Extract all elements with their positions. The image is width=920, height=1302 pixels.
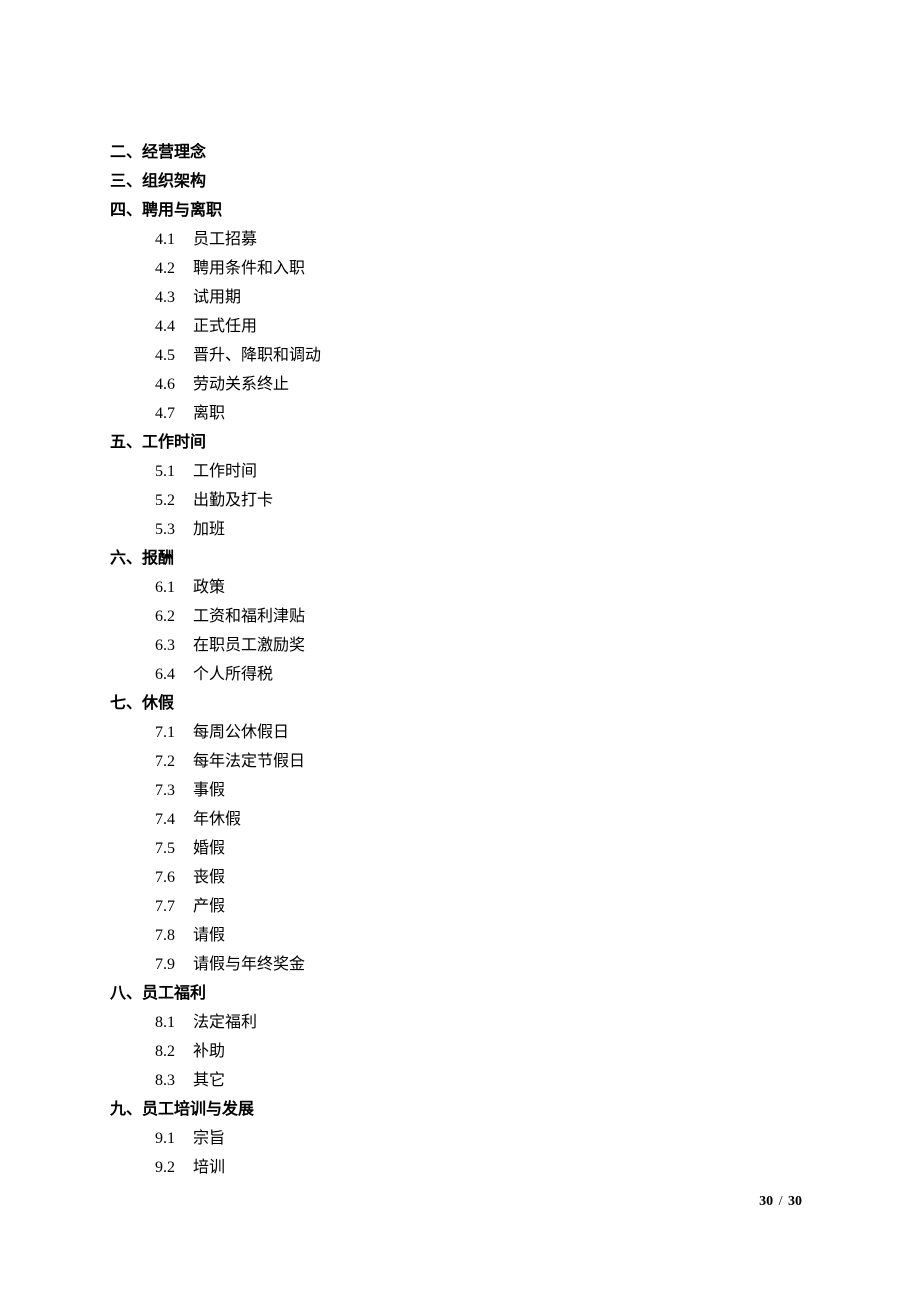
toc-sub-item: 7.2每年法定节假日 [110,747,810,776]
toc-sub-num: 4.3 [155,283,193,312]
toc-sub-item: 7.6丧假 [110,863,810,892]
toc-sub-num: 7.5 [155,834,193,863]
toc-sub-item: 5.3加班 [110,515,810,544]
toc-sub-item: 7.1每周公休假日 [110,718,810,747]
toc-sub-item: 4.3试用期 [110,283,810,312]
toc-sub-num: 7.4 [155,805,193,834]
toc-sub-num: 7.1 [155,718,193,747]
toc-sub-text: 每周公休假日 [193,724,289,741]
toc-sub-num: 6.4 [155,660,193,689]
toc-sub-num: 8.2 [155,1037,193,1066]
toc-sub-item: 7.3事假 [110,776,810,805]
toc-sub-text: 试用期 [193,289,241,306]
toc-sub-item: 4.5晋升、降职和调动 [110,341,810,370]
toc-sub-num: 4.4 [155,312,193,341]
section-title: 五、工作时间 [110,428,810,457]
toc-sub-item: 7.8请假 [110,921,810,950]
toc-sub-num: 4.5 [155,341,193,370]
toc-sub-text: 事假 [193,782,225,799]
toc-sub-text: 法定福利 [193,1014,257,1031]
toc-sub-text: 正式任用 [193,318,257,335]
toc-sub-num: 5.1 [155,457,193,486]
toc-sub-text: 宗旨 [193,1130,225,1147]
toc-sub-text: 补助 [193,1043,225,1060]
section-title: 六、报酬 [110,544,810,573]
toc-sub-text: 政策 [193,579,225,596]
toc-sub-item: 6.2工资和福利津贴 [110,602,810,631]
toc-sub-num: 6.1 [155,573,193,602]
toc-sub-item: 9.2培训 [110,1153,810,1182]
toc-sub-num: 5.2 [155,486,193,515]
toc-sub-item: 8.3其它 [110,1066,810,1095]
toc-sub-item: 5.1工作时间 [110,457,810,486]
toc-sub-num: 4.1 [155,225,193,254]
toc-sub-item: 4.4正式任用 [110,312,810,341]
toc-sub-text: 在职员工激励奖 [193,637,305,654]
toc-sub-item: 6.1政策 [110,573,810,602]
toc-sub-num: 7.2 [155,747,193,776]
page-footer: 30 / 30 [759,1194,802,1210]
toc-sub-text: 工作时间 [193,463,257,480]
toc-sub-item: 7.7产假 [110,892,810,921]
toc-sub-text: 年休假 [193,811,241,828]
section-title: 三、组织架构 [110,167,810,196]
toc-sub-text: 产假 [193,898,225,915]
toc-sub-text: 每年法定节假日 [193,753,305,770]
toc-sub-item: 6.4个人所得税 [110,660,810,689]
toc-sub-item: 4.2聘用条件和入职 [110,254,810,283]
toc-sub-text: 员工招募 [193,231,257,248]
toc-sub-item: 4.1员工招募 [110,225,810,254]
toc-sub-item: 4.6劳动关系终止 [110,370,810,399]
section-title: 四、聘用与离职 [110,196,810,225]
toc-sub-num: 9.1 [155,1124,193,1153]
page-total: 30 [788,1194,802,1209]
toc-sub-num: 6.2 [155,602,193,631]
toc-sub-text: 培训 [193,1159,225,1176]
toc-sub-item: 7.5婚假 [110,834,810,863]
toc-sub-text: 请假与年终奖金 [193,956,305,973]
toc-sub-item: 7.9请假与年终奖金 [110,950,810,979]
toc-sub-item: 5.2出勤及打卡 [110,486,810,515]
section-title: 二、经营理念 [110,138,810,167]
toc-sub-text: 婚假 [193,840,225,857]
toc-content: 二、经营理念三、组织架构四、聘用与离职4.1员工招募4.2聘用条件和入职4.3试… [0,0,920,1182]
toc-sub-text: 其它 [193,1072,225,1089]
toc-sub-text: 请假 [193,927,225,944]
toc-sub-text: 离职 [193,405,225,422]
toc-sub-num: 5.3 [155,515,193,544]
toc-sub-item: 9.1宗旨 [110,1124,810,1153]
toc-sub-num: 4.2 [155,254,193,283]
toc-sub-item: 7.4年休假 [110,805,810,834]
toc-sub-item: 8.2补助 [110,1037,810,1066]
toc-sub-num: 7.8 [155,921,193,950]
toc-sub-text: 晋升、降职和调动 [193,347,321,364]
section-title: 七、休假 [110,689,810,718]
toc-sub-num: 4.6 [155,370,193,399]
toc-sub-item: 4.7离职 [110,399,810,428]
page-current: 30 [759,1194,773,1209]
toc-sub-text: 出勤及打卡 [193,492,273,509]
toc-sub-num: 4.7 [155,399,193,428]
toc-sub-item: 8.1法定福利 [110,1008,810,1037]
toc-sub-num: 6.3 [155,631,193,660]
page-separator: / [775,1194,786,1209]
toc-sub-text: 聘用条件和入职 [193,260,305,277]
toc-sub-num: 7.3 [155,776,193,805]
toc-sub-item: 6.3在职员工激励奖 [110,631,810,660]
section-title: 八、员工福利 [110,979,810,1008]
toc-sub-text: 丧假 [193,869,225,886]
toc-sub-num: 7.6 [155,863,193,892]
toc-sub-text: 个人所得税 [193,666,273,683]
toc-sub-text: 工资和福利津贴 [193,608,305,625]
toc-sub-num: 7.9 [155,950,193,979]
toc-sub-num: 7.7 [155,892,193,921]
section-title: 九、员工培训与发展 [110,1095,810,1124]
toc-sub-num: 9.2 [155,1153,193,1182]
toc-sub-num: 8.3 [155,1066,193,1095]
toc-sub-text: 加班 [193,521,225,538]
toc-sub-text: 劳动关系终止 [193,376,289,393]
toc-sub-num: 8.1 [155,1008,193,1037]
